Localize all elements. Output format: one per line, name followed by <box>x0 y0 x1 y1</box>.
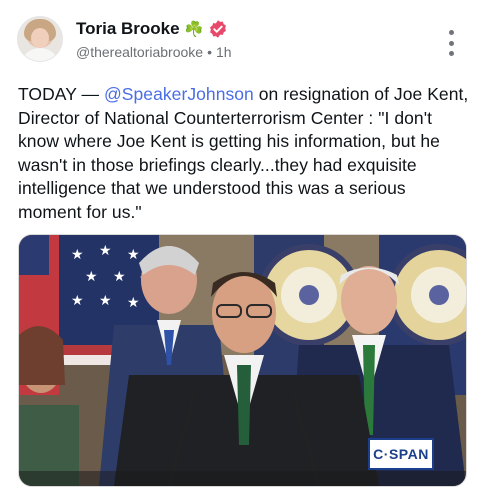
author-avatar[interactable] <box>17 16 63 62</box>
svg-text:★: ★ <box>127 247 140 263</box>
meta-separator: • <box>207 44 212 60</box>
verified-badge-icon <box>210 20 227 38</box>
svg-text:★: ★ <box>71 293 84 309</box>
author-meta: @therealtoriabrooke • 1h <box>76 44 232 60</box>
author-name[interactable]: Toria Brooke <box>76 19 180 39</box>
svg-text:★: ★ <box>85 269 98 285</box>
cspan-watermark: C·SPAN <box>368 438 434 470</box>
author-name-row: Toria Brooke ☘️ <box>76 19 228 39</box>
post-time[interactable]: 1h <box>216 44 232 60</box>
post-card: Toria Brooke ☘️ @therealtoriabrooke • 1h… <box>0 0 482 500</box>
more-options-icon[interactable] <box>441 30 461 56</box>
post-text-prefix: TODAY — <box>18 84 104 104</box>
svg-text:★: ★ <box>99 243 112 259</box>
post-media-image[interactable]: ★★★ ★★★ ★★★ <box>18 234 467 487</box>
svg-text:★: ★ <box>113 269 126 285</box>
mention-link[interactable]: @SpeakerJohnson <box>104 84 254 104</box>
author-handle[interactable]: @therealtoriabrooke <box>76 44 203 60</box>
post-text: TODAY — @SpeakerJohnson on resignation o… <box>18 83 470 224</box>
svg-text:★: ★ <box>127 295 140 311</box>
clover-emoji: ☘️ <box>184 20 204 38</box>
svg-text:★: ★ <box>99 293 112 309</box>
svg-text:★: ★ <box>71 247 84 263</box>
post-text-body: on resignation of Joe Kent, Director of … <box>18 84 469 222</box>
